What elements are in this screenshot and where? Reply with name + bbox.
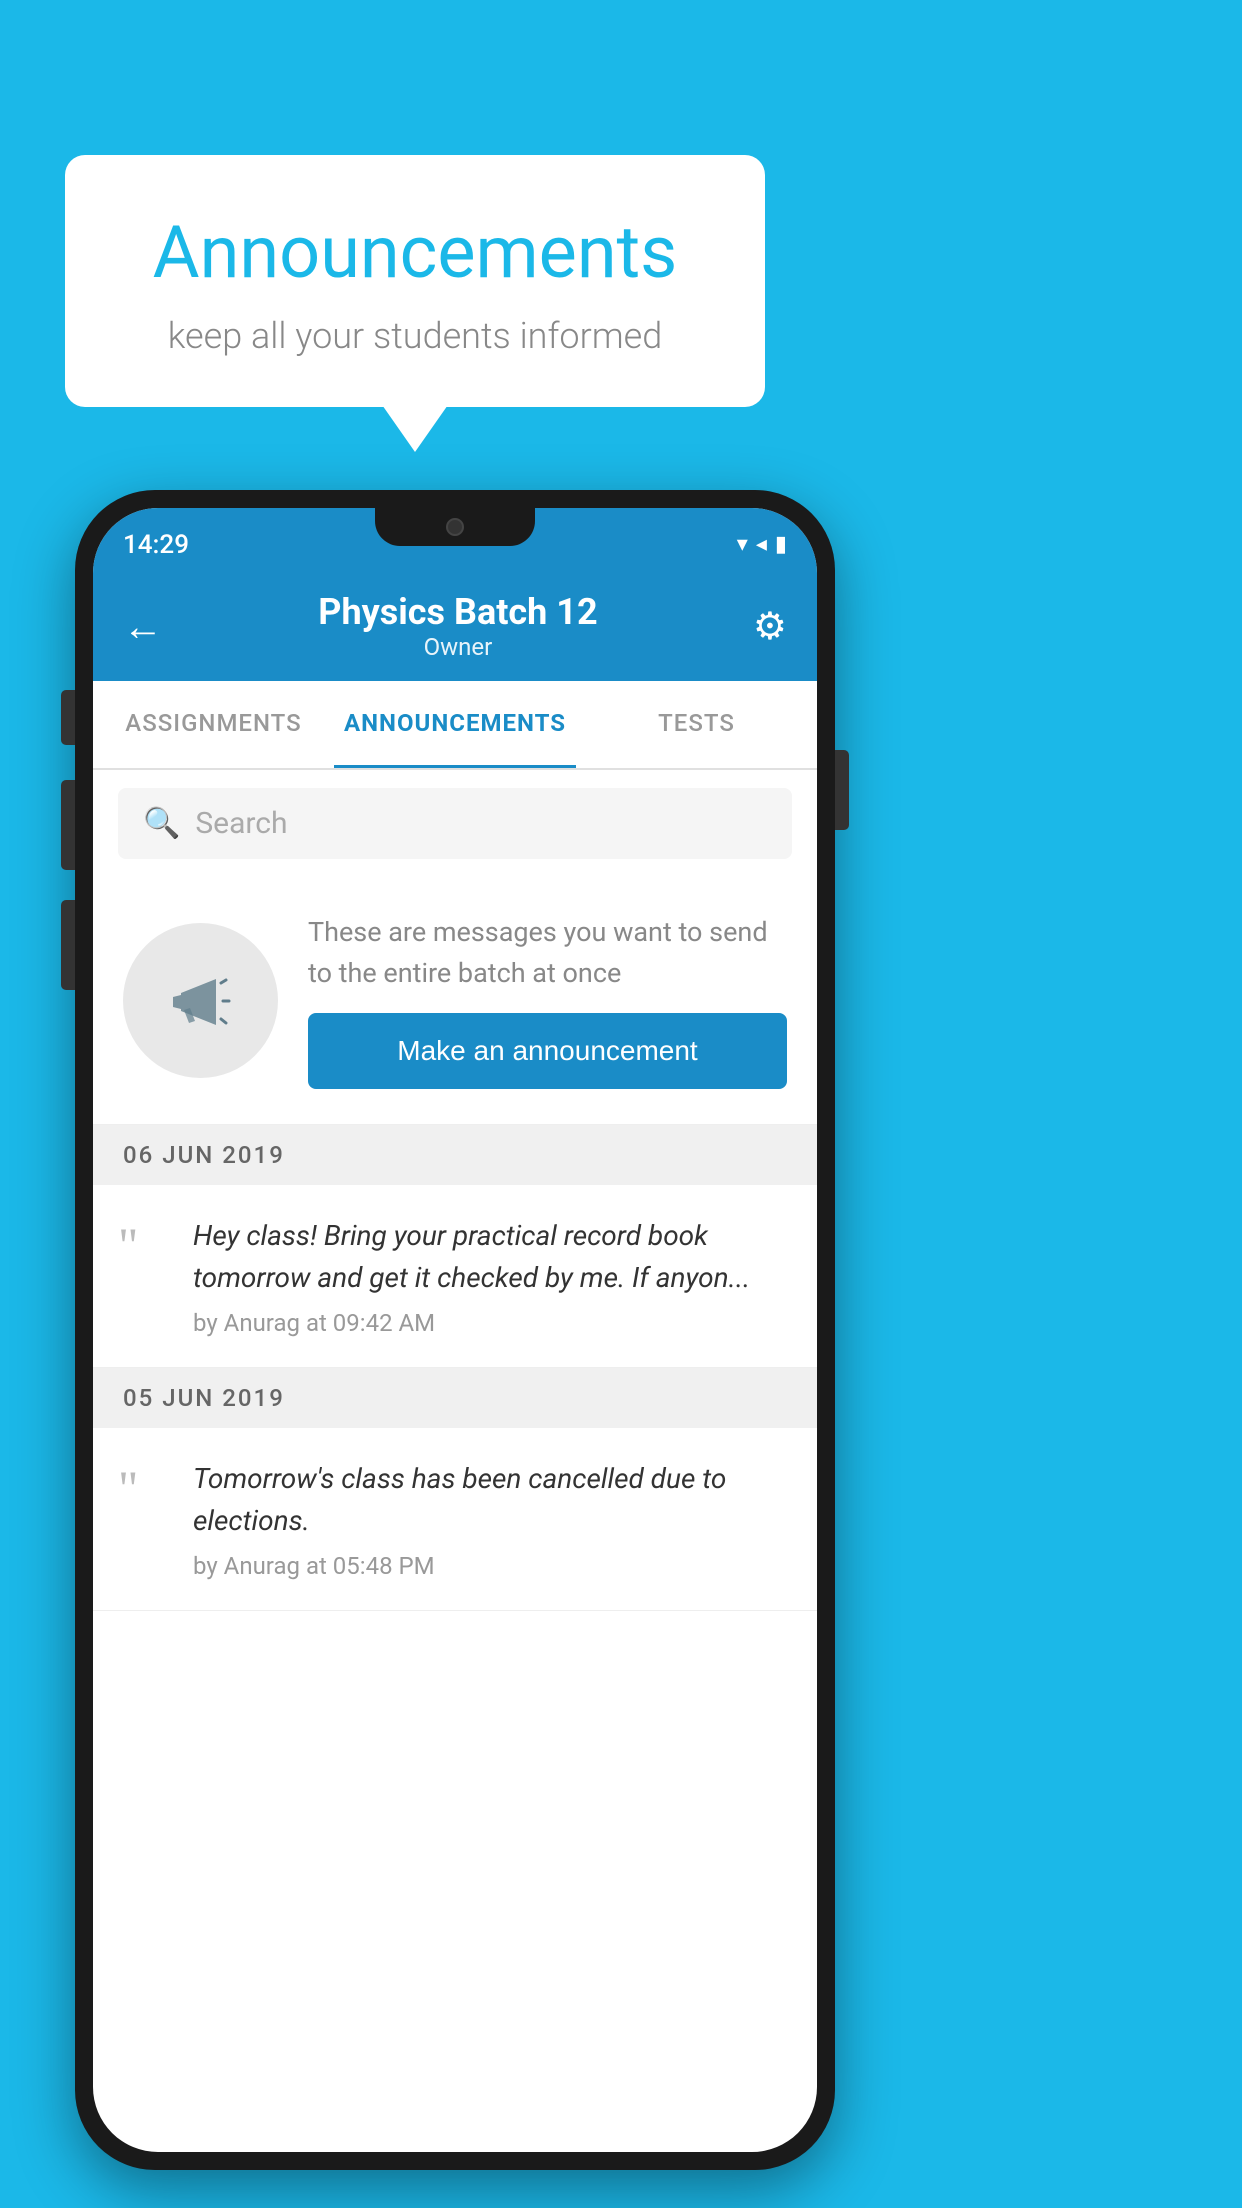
make-announcement-button[interactable]: Make an announcement: [308, 1013, 787, 1089]
search-bar[interactable]: 🔍 Search: [118, 788, 792, 859]
status-icons: ▾ ◂ ▮: [737, 532, 787, 557]
tab-assignments[interactable]: ASSIGNMENTS: [93, 681, 334, 768]
date-divider-2: 05 JUN 2019: [93, 1368, 817, 1428]
back-button[interactable]: ←: [123, 603, 163, 650]
search-icon: 🔍: [143, 806, 180, 841]
quote-icon-1: ": [118, 1220, 173, 1270]
volume-up-button: [61, 780, 75, 870]
batch-role: Owner: [318, 633, 597, 661]
header-center: Physics Batch 12 Owner: [318, 591, 597, 661]
announcement-text-2: Tomorrow's class has been cancelled due …: [193, 1458, 792, 1542]
promo-content: These are messages you want to send to t…: [308, 912, 787, 1089]
promo-icon-circle: [123, 923, 278, 1078]
announcement-content-1: Hey class! Bring your practical record b…: [193, 1215, 792, 1337]
volume-down-button: [61, 900, 75, 990]
mute-button: [61, 690, 75, 745]
phone-notch: [375, 508, 535, 546]
phone-mockup: 14:29 ▾ ◂ ▮ ← Physics Batch 12 Owner ⚙ A…: [75, 490, 835, 2170]
tab-tests[interactable]: TESTS: [576, 681, 817, 768]
quote-icon-2: ": [118, 1463, 173, 1513]
app-header: ← Physics Batch 12 Owner ⚙: [93, 573, 817, 681]
search-container: 🔍 Search: [93, 770, 817, 877]
bubble-title: Announcements: [125, 210, 705, 295]
phone-screen: 14:29 ▾ ◂ ▮ ← Physics Batch 12 Owner ⚙ A…: [93, 508, 817, 2152]
announcement-text-1: Hey class! Bring your practical record b…: [193, 1215, 792, 1299]
announcement-content-2: Tomorrow's class has been cancelled due …: [193, 1458, 792, 1580]
power-button: [835, 750, 849, 830]
tab-bar: ASSIGNMENTS ANNOUNCEMENTS TESTS: [93, 681, 817, 770]
speech-bubble-wrapper: Announcements keep all your students inf…: [65, 155, 765, 407]
announcement-item-2[interactable]: " Tomorrow's class has been cancelled du…: [93, 1428, 817, 1611]
phone-outer: 14:29 ▾ ◂ ▮ ← Physics Batch 12 Owner ⚙ A…: [75, 490, 835, 2170]
bubble-subtitle: keep all your students informed: [125, 315, 705, 357]
wifi-icon: ▾: [737, 532, 748, 557]
front-camera: [446, 518, 464, 536]
date-divider-1: 06 JUN 2019: [93, 1125, 817, 1185]
announcement-item-1[interactable]: " Hey class! Bring your practical record…: [93, 1185, 817, 1368]
announcement-meta-1: by Anurag at 09:42 AM: [193, 1309, 792, 1337]
settings-button[interactable]: ⚙: [753, 604, 787, 649]
speech-bubble: Announcements keep all your students inf…: [65, 155, 765, 407]
battery-icon: ▮: [775, 532, 787, 557]
search-placeholder: Search: [195, 806, 287, 841]
batch-title: Physics Batch 12: [318, 591, 597, 633]
megaphone-icon: [161, 961, 241, 1041]
promo-card: These are messages you want to send to t…: [93, 877, 817, 1125]
status-time: 14:29: [123, 530, 189, 560]
signal-icon: ◂: [756, 532, 767, 557]
promo-description: These are messages you want to send to t…: [308, 912, 787, 993]
announcement-meta-2: by Anurag at 05:48 PM: [193, 1552, 792, 1580]
tab-announcements[interactable]: ANNOUNCEMENTS: [334, 681, 576, 768]
